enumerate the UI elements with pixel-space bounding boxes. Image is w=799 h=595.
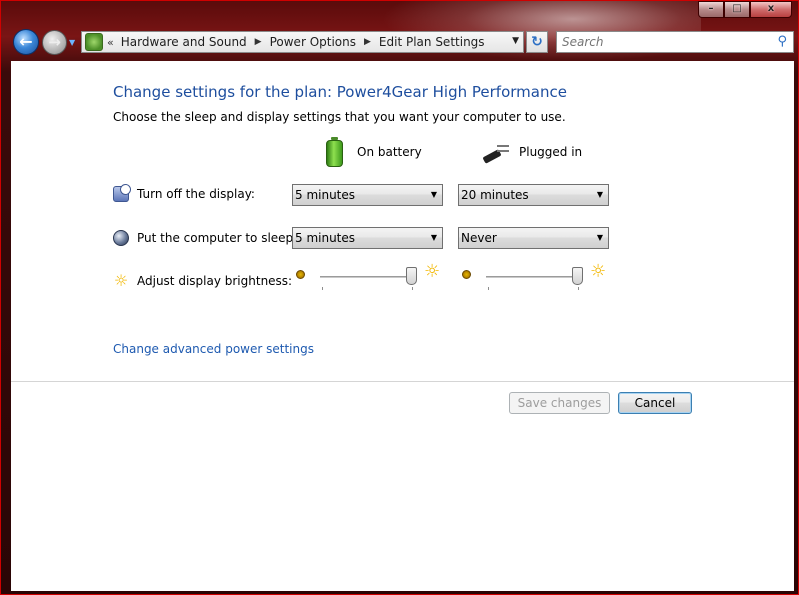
brightness-label: Adjust display brightness: [137, 274, 293, 288]
slider-tick [322, 287, 323, 290]
on-battery-label: On battery [357, 145, 422, 159]
brightness-plugged-in-slider[interactable]: ☼ [462, 263, 612, 291]
save-button[interactable]: Save changes [509, 392, 610, 414]
moon-icon [113, 230, 129, 246]
battery-icon [326, 137, 343, 167]
cancel-button[interactable]: Cancel [618, 392, 692, 414]
plugged-in-label: Plugged in [519, 145, 583, 159]
close-button[interactable]: x [750, 1, 792, 18]
chevron-down-icon: ▼ [596, 190, 603, 199]
dim-brightness-icon [462, 270, 471, 279]
divider [11, 381, 794, 382]
brightness-on-battery-slider[interactable]: ☼ [296, 263, 446, 291]
search-input[interactable] [562, 35, 772, 49]
breadcrumb-edit-plan-settings[interactable]: Edit Plan Settings [379, 35, 485, 49]
breadcrumb-separator-icon[interactable]: ▶ [364, 37, 371, 47]
refresh-icon[interactable]: ↻ [526, 31, 548, 53]
breadcrumb-hardware-and-sound[interactable]: Hardware and Sound [121, 35, 247, 49]
advanced-settings-link[interactable]: Change advanced power settings [113, 342, 314, 356]
display-plugged-in-select[interactable]: 20 minutes ▼ [458, 184, 609, 206]
sleep-on-battery-select[interactable]: 5 minutes ▼ [292, 227, 443, 249]
bright-sun-icon: ☼ [590, 261, 607, 282]
column-on-battery: On battery [326, 137, 422, 167]
window-frame: – □ x ← → ▼ « Hardware and Sound ▶ Power… [0, 0, 799, 595]
slider-thumb[interactable] [406, 267, 417, 285]
breadcrumb-separator-icon[interactable]: ▶ [255, 37, 262, 47]
content-pane: Change settings for the plan: Power4Gear… [11, 61, 794, 591]
slider-tick [578, 287, 579, 290]
dim-brightness-icon [296, 270, 305, 279]
page-subtitle: Choose the sleep and display settings th… [113, 110, 566, 124]
chevron-down-icon: ▼ [430, 233, 437, 242]
display-on-battery-select[interactable]: 5 minutes ▼ [292, 184, 443, 206]
sun-icon: ☼ [113, 271, 129, 290]
sleep-plugged-in-select[interactable]: Never ▼ [458, 227, 609, 249]
sleep-row: Put the computer to sleep: [113, 230, 297, 246]
forward-arrow-icon[interactable]: → [42, 30, 67, 55]
chevron-down-icon: ▼ [430, 190, 437, 199]
page-title: Change settings for the plan: Power4Gear… [113, 83, 567, 101]
bright-sun-icon: ☼ [424, 261, 441, 282]
search-box[interactable]: ⚲ [556, 31, 794, 53]
slider-track[interactable] [320, 276, 416, 278]
display-label: Turn off the display: [137, 187, 255, 201]
address-dropdown-icon[interactable]: ▼ [512, 36, 519, 46]
chevron-down-icon: ▼ [596, 233, 603, 242]
magnifier-icon[interactable]: ⚲ [777, 34, 787, 49]
slider-tick [488, 287, 489, 290]
slider-tick [412, 287, 413, 290]
plug-icon [481, 141, 513, 164]
slider-track[interactable] [486, 276, 582, 278]
address-bar[interactable]: « Hardware and Sound ▶ Power Options ▶ E… [81, 31, 524, 53]
control-panel-icon [85, 33, 103, 51]
breadcrumb-power-options[interactable]: Power Options [270, 35, 356, 49]
recent-pages-dropdown[interactable]: ▼ [69, 38, 77, 47]
minimize-button[interactable]: – [698, 1, 724, 18]
column-plugged-in: Plugged in [481, 141, 583, 164]
display-row: Turn off the display: [113, 184, 255, 202]
brightness-row: ☼ Adjust display brightness: [113, 273, 292, 289]
display-clock-icon [113, 184, 131, 202]
breadcrumb-overflow[interactable]: « [107, 36, 114, 49]
slider-thumb[interactable] [572, 267, 583, 285]
sleep-label: Put the computer to sleep: [137, 231, 298, 245]
back-arrow-icon[interactable]: ← [13, 29, 39, 55]
caption-buttons: – □ x [698, 1, 792, 18]
maximize-button[interactable]: □ [724, 1, 750, 18]
